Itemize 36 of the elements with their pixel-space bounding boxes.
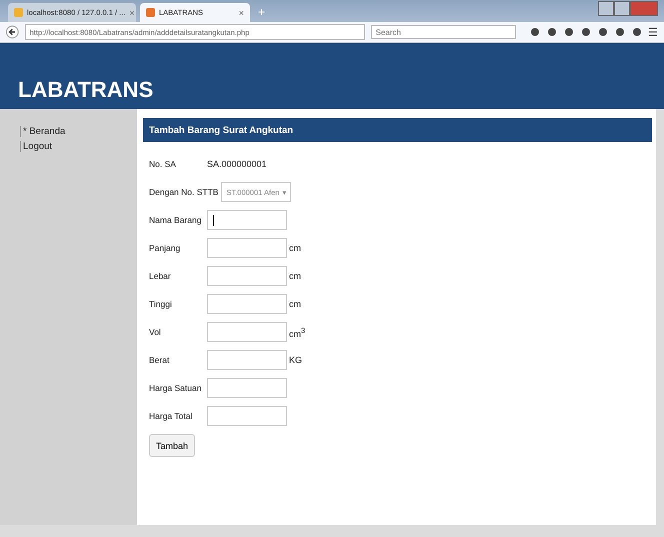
input-field[interactable] [207, 378, 287, 398]
unit-label: cm [289, 299, 301, 309]
field-label: Harga Satuan [149, 383, 202, 393]
input-field[interactable] [207, 350, 287, 370]
site-icon [14, 8, 23, 17]
unit-label: KG [289, 355, 302, 365]
form-title: Tambah Barang Surat Angkutan [143, 118, 652, 142]
input-field[interactable] [207, 322, 287, 342]
add-button[interactable]: Tambah [149, 434, 195, 457]
field-value: SA.000000001 [207, 159, 267, 169]
input-field[interactable] [207, 266, 287, 286]
field-label: Berat [149, 355, 170, 365]
unit-label: cm$^{3}$ [289, 326, 306, 338]
field-label: No. SA [149, 159, 177, 169]
unit-label: cm [289, 271, 301, 281]
input-field[interactable] [207, 406, 287, 426]
input-field[interactable] [207, 210, 287, 230]
unit-label: cm [289, 243, 301, 253]
search-field[interactable]: Search [370, 25, 516, 39]
menu-icon[interactable]: ☰ [648, 26, 658, 38]
maximize-button[interactable] [614, 1, 630, 16]
close-icon[interactable]: × [129, 8, 135, 18]
field-label: Harga Total [149, 411, 194, 421]
field-label: Lebar [149, 271, 172, 281]
input-field[interactable] [207, 238, 287, 258]
site-icon [146, 8, 155, 17]
field-label: Tinggi [149, 299, 173, 309]
field-label: Panjang [149, 243, 182, 253]
input-field[interactable] [207, 294, 287, 314]
site-title: LABATRANS [18, 77, 154, 103]
field-label: Vol [149, 327, 162, 337]
close-icon[interactable]: × [238, 8, 244, 18]
back-icon[interactable] [6, 25, 19, 39]
field-label: Nama Barang [149, 215, 202, 225]
minimize-button[interactable] [598, 1, 614, 16]
field-label: Dengan No. STTB [149, 187, 220, 197]
